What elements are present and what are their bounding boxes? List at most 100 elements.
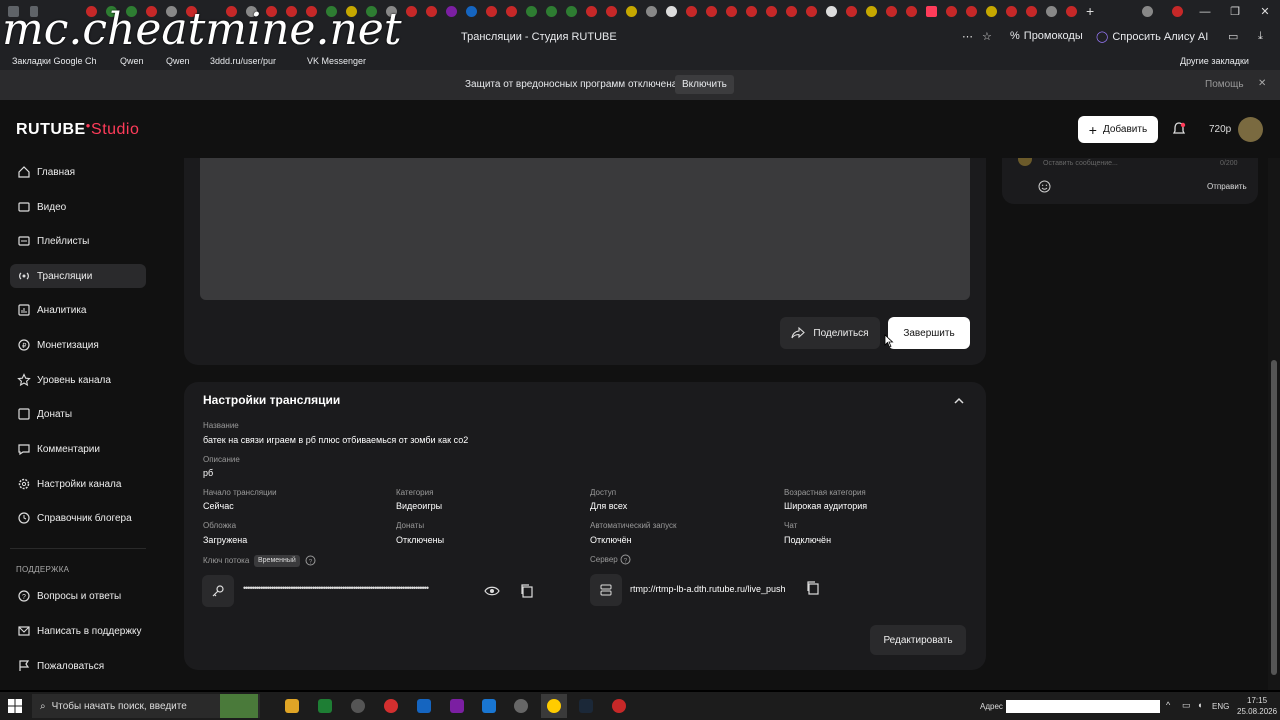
- emoji-icon[interactable]: [1038, 180, 1051, 193]
- send-button[interactable]: Отправить: [1207, 182, 1247, 191]
- sidebar-item-monetization[interactable]: ₽ Монетизация: [10, 333, 146, 357]
- download-icon[interactable]: ⤓: [1258, 30, 1263, 43]
- address-toolbar-input[interactable]: [1006, 700, 1160, 713]
- tab-icon[interactable]: [526, 6, 537, 17]
- finish-stream-button[interactable]: Завершить: [888, 317, 970, 349]
- tab-icon[interactable]: [1066, 6, 1077, 17]
- yandex-browser-icon[interactable]: [547, 699, 561, 713]
- tab-icon[interactable]: [606, 6, 617, 17]
- close-icon[interactable]: ✕: [1250, 0, 1280, 24]
- rutube-studio-logo[interactable]: RUTUBE●Studio: [16, 121, 139, 139]
- enable-protection-button[interactable]: Включить: [675, 75, 734, 94]
- copy-icon[interactable]: [805, 580, 821, 596]
- tab-icon[interactable]: [686, 6, 697, 17]
- app-icon[interactable]: [417, 699, 431, 713]
- tab-icon[interactable]: [946, 6, 957, 17]
- quality-label[interactable]: 720p: [1209, 124, 1231, 135]
- active-tab-icon[interactable]: [926, 6, 937, 17]
- chat-input[interactable]: Оставить сообщение...: [1043, 160, 1118, 167]
- tab-icon[interactable]: [786, 6, 797, 17]
- tab-icon[interactable]: [506, 6, 517, 17]
- settings-icon[interactable]: [514, 699, 528, 713]
- sidebar-item-channel-settings[interactable]: Настройки канала: [10, 472, 146, 496]
- bookmark-icon[interactable]: ☆: [982, 30, 992, 43]
- tab-icon[interactable]: [866, 6, 877, 17]
- key-button[interactable]: [202, 575, 234, 607]
- bookmark-item[interactable]: Закладки Google Ch: [12, 56, 96, 66]
- tab-icon[interactable]: [566, 6, 577, 17]
- tab-icon[interactable]: [826, 6, 837, 17]
- extension-icon[interactable]: [1172, 6, 1183, 17]
- tab-icon[interactable]: [1006, 6, 1017, 17]
- tab-icon[interactable]: [986, 6, 997, 17]
- clock[interactable]: 17:15 25.08.2026: [1237, 695, 1277, 717]
- bookmark-item[interactable]: Qwen: [120, 56, 144, 66]
- sidebar-item-comments[interactable]: Комментарии: [10, 437, 146, 461]
- language-indicator[interactable]: ENG: [1212, 702, 1229, 711]
- tab-icon[interactable]: [1046, 6, 1057, 17]
- bell-icon[interactable]: [1171, 121, 1187, 137]
- opera-icon[interactable]: [384, 699, 398, 713]
- obs-icon[interactable]: [612, 699, 626, 713]
- tab-icon[interactable]: [666, 6, 677, 17]
- volume-icon[interactable]: ◖: [1197, 700, 1202, 710]
- tab-icon[interactable]: [546, 6, 557, 17]
- tab-icon[interactable]: [646, 6, 657, 17]
- app-icon[interactable]: [450, 699, 464, 713]
- tab-icon[interactable]: [746, 6, 757, 17]
- chevron-up-icon[interactable]: [952, 395, 966, 407]
- other-bookmarks[interactable]: Другие закладки: [1180, 56, 1249, 66]
- edit-button[interactable]: Редактировать: [870, 625, 966, 655]
- tab-icon[interactable]: [466, 6, 477, 17]
- maximize-icon[interactable]: ❐: [1220, 0, 1250, 24]
- sidebar-item-blogger-guide[interactable]: Справочник блогера: [10, 506, 146, 530]
- alice-button[interactable]: ◯ Спросить Алису AI: [1096, 30, 1208, 44]
- bookmark-item[interactable]: Qwen: [166, 56, 190, 66]
- copy-icon[interactable]: [519, 583, 535, 599]
- sidebar-item-video[interactable]: Видео: [10, 195, 146, 219]
- minimize-icon[interactable]: —: [1190, 0, 1220, 24]
- tray-chevron-icon[interactable]: ^: [1166, 700, 1170, 710]
- tab-icon[interactable]: [406, 6, 417, 17]
- avatar[interactable]: [1238, 117, 1263, 142]
- bookmark-item[interactable]: VK Messenger: [307, 56, 366, 66]
- tab-icon[interactable]: [486, 6, 497, 17]
- promo-button[interactable]: % Промокоды: [1010, 30, 1083, 42]
- sidebar-item-contact-support[interactable]: Написать в поддержку: [10, 619, 146, 643]
- help-link[interactable]: Помощь: [1205, 79, 1244, 90]
- tab-icon[interactable]: [966, 6, 977, 17]
- tab-icon[interactable]: [426, 6, 437, 17]
- extension-icon[interactable]: [1142, 6, 1153, 17]
- add-button[interactable]: + Добавить: [1078, 116, 1158, 143]
- tab-icon[interactable]: [846, 6, 857, 17]
- tab-icon[interactable]: [586, 6, 597, 17]
- sidebar-item-report[interactable]: Пожаловаться: [10, 654, 146, 678]
- steam-icon[interactable]: [579, 699, 593, 713]
- tab-icon[interactable]: [446, 6, 457, 17]
- help-icon[interactable]: ?: [620, 554, 631, 565]
- tab-icon[interactable]: [1026, 6, 1037, 17]
- windows-start-icon[interactable]: [8, 699, 22, 713]
- tab-icon[interactable]: [626, 6, 637, 17]
- sidebar-item-home[interactable]: Главная: [10, 160, 146, 184]
- scrollbar-thumb[interactable]: [1271, 360, 1277, 675]
- tab-icon[interactable]: [806, 6, 817, 17]
- close-icon[interactable]: ✕: [1258, 78, 1266, 89]
- app-icon[interactable]: [351, 699, 365, 713]
- new-tab-icon[interactable]: +: [1086, 3, 1094, 19]
- tab-icon[interactable]: [766, 6, 777, 17]
- sidebar-item-analytics[interactable]: Аналитика: [10, 298, 146, 322]
- tab-icon[interactable]: [906, 6, 917, 17]
- bookmark-item[interactable]: 3ddd.ru/user/pur: [210, 56, 276, 66]
- notepad-icon[interactable]: [318, 699, 332, 713]
- network-icon[interactable]: ▭: [1182, 700, 1191, 711]
- sidebar-item-donations[interactable]: Донаты: [10, 402, 146, 426]
- more-icon[interactable]: ⋯: [962, 30, 973, 43]
- help-icon[interactable]: ?: [305, 555, 316, 566]
- collections-icon[interactable]: ▭: [1228, 30, 1238, 43]
- share-button[interactable]: Поделиться: [780, 317, 880, 349]
- eye-icon[interactable]: [484, 584, 500, 598]
- tab-icon[interactable]: [706, 6, 717, 17]
- sidebar-item-broadcasts[interactable]: Трансляции: [10, 264, 146, 288]
- sidebar-item-faq[interactable]: ? Вопросы и ответы: [10, 584, 146, 608]
